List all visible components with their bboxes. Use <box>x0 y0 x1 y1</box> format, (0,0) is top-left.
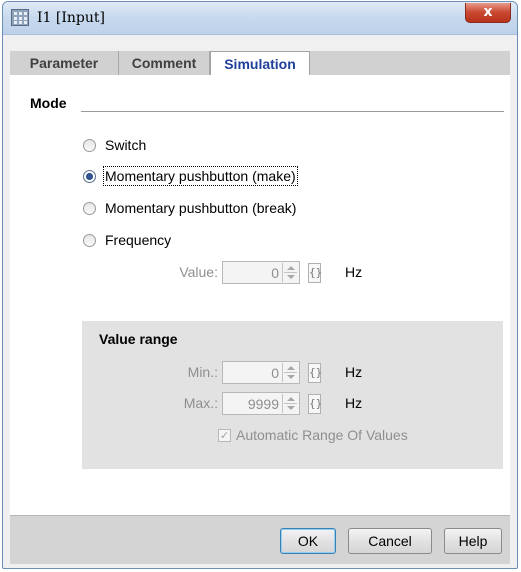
radio-switch[interactable]: Switch <box>83 134 146 156</box>
mode-divider <box>81 111 504 112</box>
radio-label: Momentary pushbutton (break) <box>105 200 297 216</box>
spin-arrows-icon[interactable] <box>282 363 298 382</box>
app-icon <box>11 9 29 26</box>
radio-frequency[interactable]: Frequency <box>83 229 171 251</box>
checkmark-icon[interactable]: ✓ <box>218 428 231 442</box>
value-spinbox[interactable]: 0 <box>222 261 300 284</box>
max-spinbox[interactable]: 9999 <box>222 392 300 415</box>
window-title: I1 [Input] <box>37 10 105 26</box>
mode-heading: Mode <box>30 95 67 111</box>
value-range-group: Value range Min.: 0 {} Hz Max.: 9999 {} … <box>82 321 503 469</box>
tab-comment[interactable]: Comment <box>119 51 210 75</box>
automatic-range-checkbox[interactable]: ✓ Automatic Range Of Values <box>218 427 408 443</box>
min-spinbox[interactable]: 0 <box>222 361 300 384</box>
tab-parameter[interactable]: Parameter <box>10 51 119 75</box>
dialog-window: I1 [Input] x Parameter Comment Simulatio… <box>2 1 518 569</box>
max-unit: Hz <box>345 395 363 411</box>
radio-label: Momentary pushbutton (make) <box>103 166 298 186</box>
radio-button[interactable] <box>83 138 96 152</box>
spin-arrows-icon[interactable] <box>282 263 298 282</box>
value-range-heading: Value range <box>99 331 178 347</box>
tab-simulation[interactable]: Simulation <box>210 51 310 76</box>
spin-arrows-icon[interactable] <box>282 394 298 413</box>
value-field: 0 <box>271 265 279 281</box>
radio-button[interactable] <box>83 201 96 215</box>
tab-strip: Parameter Comment Simulation <box>10 51 510 76</box>
automatic-range-label: Automatic Range Of Values <box>236 427 408 443</box>
min-reference-button[interactable]: {} <box>308 363 322 383</box>
parameter-reference-button[interactable]: {} <box>308 263 322 283</box>
radio-label: Switch <box>105 137 147 153</box>
close-button[interactable]: x <box>465 3 511 23</box>
min-unit: Hz <box>345 364 363 380</box>
max-label: Max.: <box>183 395 218 411</box>
value-unit: Hz <box>345 264 363 280</box>
help-button[interactable]: Help <box>444 528 502 554</box>
max-field: 9999 <box>247 396 279 412</box>
cancel-button[interactable]: Cancel <box>348 528 432 554</box>
simulation-panel: Mode Switch Momentary pushbutton (make) … <box>10 75 510 515</box>
radio-button-selected[interactable] <box>83 169 96 183</box>
value-label: Value: <box>179 264 218 280</box>
radio-momentary-break[interactable]: Momentary pushbutton (break) <box>83 197 296 219</box>
radio-button[interactable] <box>83 233 96 247</box>
button-bar: OK Cancel Help <box>10 515 510 564</box>
max-reference-button[interactable]: {} <box>308 394 322 414</box>
min-label: Min.: <box>187 364 218 380</box>
ok-button[interactable]: OK <box>280 528 336 554</box>
close-icon: x <box>483 4 493 20</box>
title-bar[interactable]: I1 [Input] x <box>3 2 517 35</box>
radio-momentary-make[interactable]: Momentary pushbutton (make) <box>83 165 298 187</box>
min-field: 0 <box>271 365 279 381</box>
radio-label: Frequency <box>105 232 172 248</box>
